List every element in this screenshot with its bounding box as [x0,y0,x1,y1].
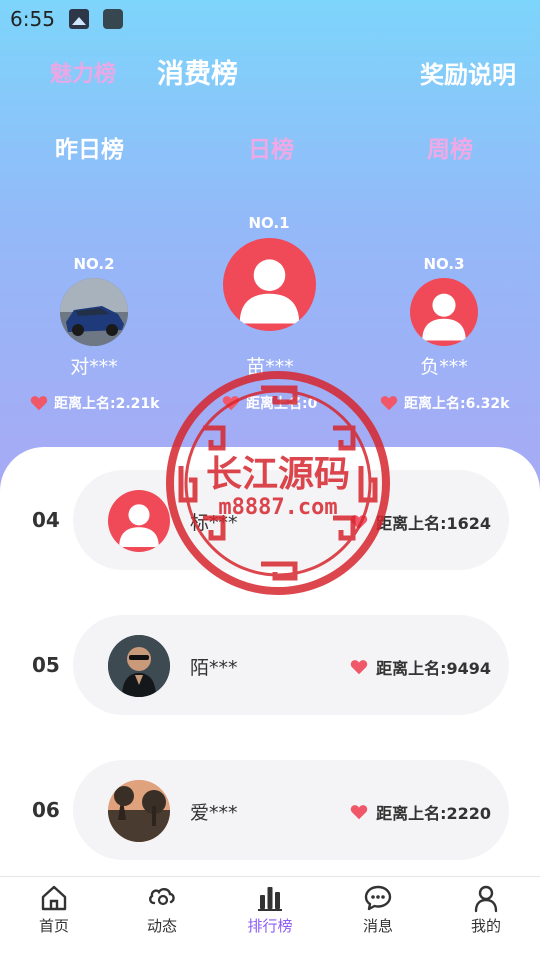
gap-second: 距离上名:2.21k [30,393,159,413]
name-first: 苗*** [246,356,294,378]
bottom-tabbar: 首页 动态 排行榜 消息 我的 [0,876,540,960]
avatar-third[interactable] [410,278,478,346]
message-icon [364,885,392,911]
ranking-icon [258,887,282,911]
list-item-gap: 距离上名:1624 [350,510,491,534]
podium: NO.1 苗*** 距离上名:0 NO.2 对*** 距离上名:2.21k NO… [0,0,540,420]
list-item-avatar[interactable] [108,635,170,697]
heart-icon [350,660,368,675]
heart-icon [222,396,240,411]
list-item-gap-text: 距离上名:2220 [376,804,491,823]
list-item-gap-text: 距离上名:9494 [376,659,491,678]
rank-label-first: NO.1 [248,214,290,232]
list-item-gap: 距离上名:2220 [350,800,491,824]
gap-first-text: 距离上名:0 [246,396,318,412]
list-item-avatar[interactable] [108,490,170,552]
list-item-rank: 06 [32,798,60,822]
gap-third-text: 距离上名:6.32k [404,396,510,412]
tabbar-home-label: 首页 [38,917,69,935]
ranking-list: 04 标*** 距离上名:1624 05 陌*** 距离上名:9494 06 爱… [0,447,540,877]
tabbar-feed[interactable]: 动态 [108,877,216,960]
avatar-first[interactable] [223,238,316,331]
heart-icon [350,515,368,530]
list-item-name: 爱*** [190,802,238,824]
list-item-avatar[interactable] [108,780,170,842]
boy-photo-icon [108,635,170,697]
list-item[interactable]: 06 爱*** 距离上名:2220 [0,760,540,860]
heart-icon [380,396,398,411]
rank-label-third: NO.3 [423,255,465,273]
default-avatar-icon [239,259,300,324]
list-item-card[interactable]: 爱*** 距离上名:2220 [73,760,509,860]
home-icon [41,885,67,911]
tabbar-messages-label: 消息 [362,917,393,935]
list-item-name: 陌*** [190,657,238,679]
gap-first: 距离上名:0 [222,393,317,413]
tabbar-messages[interactable]: 消息 [324,877,432,960]
heart-icon [350,805,368,820]
list-item-gap: 距离上名:9494 [350,655,491,679]
heart-icon [30,396,48,411]
list-item-name: 标*** [190,512,238,534]
tabbar-home[interactable]: 首页 [0,877,108,960]
name-second: 对*** [70,356,118,378]
profile-icon [474,885,498,913]
tabbar-feed-label: 动态 [146,917,177,935]
default-avatar-icon [119,504,159,548]
default-avatar-icon [422,293,466,341]
list-item[interactable]: 05 陌*** 距离上名:9494 [0,615,540,715]
list-item-rank: 05 [32,653,60,677]
feed-icon [149,888,175,906]
rank-label-second: NO.2 [73,255,115,273]
avatar-second[interactable] [60,278,128,346]
list-item-gap-text: 距离上名:1624 [376,514,491,533]
tabbar-ranking[interactable]: 排行榜 [216,877,324,960]
tabbar-profile[interactable]: 我的 [432,877,540,960]
list-item-card[interactable]: 陌*** 距离上名:9494 [73,615,509,715]
car-photo-icon [60,278,128,346]
tabbar-profile-label: 我的 [470,917,501,935]
name-third: 负*** [420,356,468,378]
list-item-rank: 04 [32,508,60,532]
gap-second-text: 距离上名:2.21k [54,396,160,412]
tabbar-ranking-label: 排行榜 [247,917,293,935]
sunset-photo-icon [108,780,170,842]
list-item[interactable]: 04 标*** 距离上名:1624 [0,470,540,570]
gap-third: 距离上名:6.32k [380,393,509,413]
list-item-card[interactable]: 标*** 距离上名:1624 [73,470,509,570]
